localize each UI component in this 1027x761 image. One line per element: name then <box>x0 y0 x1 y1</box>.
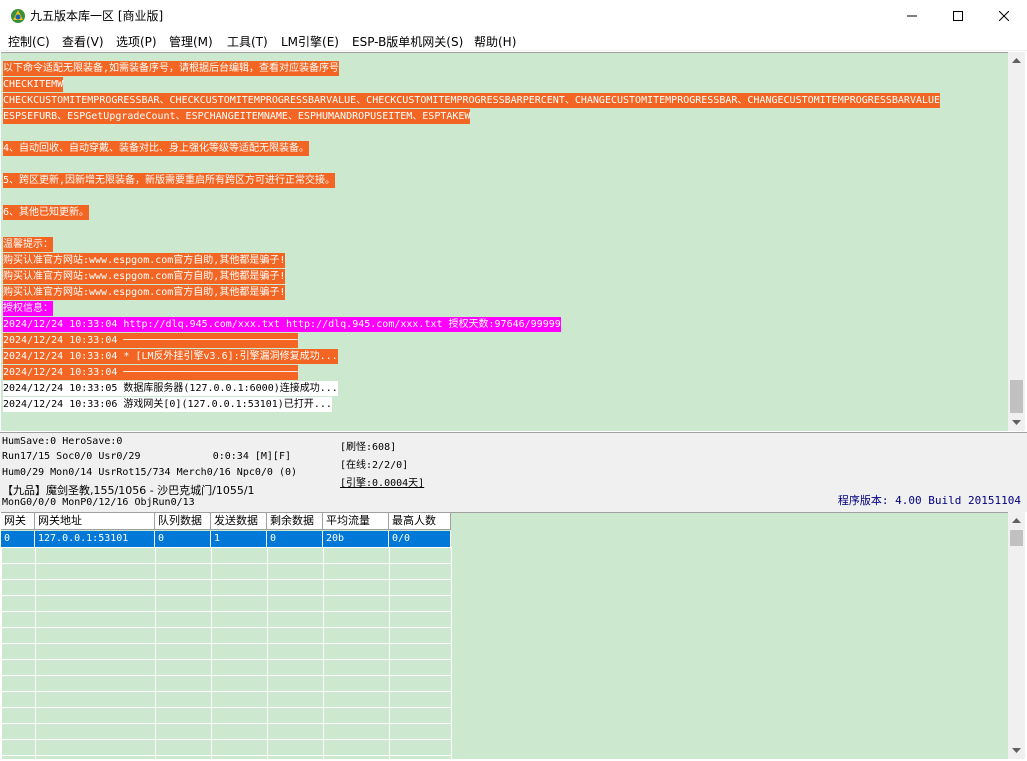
scroll-up-icon[interactable] <box>1008 512 1025 529</box>
table-scrollbar[interactable] <box>1008 512 1025 759</box>
maximize-icon <box>953 10 963 21</box>
scroll-thumb[interactable] <box>1010 380 1023 413</box>
table-cell: 0 <box>1 531 35 547</box>
table-cell: 0 <box>267 531 323 547</box>
grid-line <box>35 547 36 759</box>
menu-lm-engine[interactable]: LM引擎(E) <box>281 33 339 50</box>
log-line: 2024/12/24 10:33:05 数据库服务器(127.0.0.1:600… <box>3 381 338 396</box>
column-header[interactable]: 最高人数 <box>389 513 451 530</box>
window-title: 九五版本库一区 [商业版] <box>30 9 164 23</box>
minimize-icon <box>907 15 917 16</box>
log-line: 2024/12/24 10:33:06 游戏网关[0](127.0.0.1:53… <box>3 397 332 412</box>
table-cell: 20b <box>323 531 389 547</box>
column-header[interactable]: 队列数据 <box>155 513 211 530</box>
grid-line <box>1 595 452 596</box>
grid-line <box>1 643 452 644</box>
log-line: 6、其他已知更新。 <box>3 205 90 220</box>
column-header[interactable]: 剩余数据 <box>267 513 323 530</box>
menu-options[interactable]: 选项(P) <box>116 33 157 50</box>
grid-line <box>1 547 2 759</box>
log-line: 2024/12/24 10:33:04 ────────────────────… <box>3 333 299 348</box>
table-cell: 127.0.0.1:53101 <box>35 531 155 547</box>
scroll-up-icon[interactable] <box>1008 52 1025 69</box>
log-line: ESPSEFURB、ESPGetUpgradeCount、ESPCHANGEIT… <box>3 109 471 124</box>
scroll-thumb[interactable] <box>1010 530 1023 546</box>
log-line: 温馨提示： <box>3 237 53 252</box>
table-cell: 1 <box>211 531 267 547</box>
menu-control[interactable]: 控制(C) <box>8 33 50 50</box>
status-run: Run17/15 Soc0/0 Usr0/29 0:0:34 [M][F] <box>2 451 291 462</box>
grid-line <box>1 659 452 660</box>
status-spawn: [刷怪:608] <box>340 442 397 453</box>
table-cell: 0/0 <box>389 531 451 547</box>
column-header[interactable]: 发送数据 <box>211 513 267 530</box>
status-save: HumSave:0 HeroSave:0 <box>2 436 123 447</box>
minimize-button[interactable] <box>889 0 935 31</box>
grid-line <box>1 691 452 692</box>
grid-line <box>451 547 452 759</box>
column-header[interactable]: 平均流量 <box>323 513 389 530</box>
menu-esp-gateway[interactable]: ESP-B版单机网关(S) <box>352 33 463 50</box>
log-line: 2024/12/24 10:33:04 * [LM反外挂引擎v3.6]:引擎漏洞… <box>3 349 338 364</box>
status-panel: HumSave:0 HeroSave:0 Run17/15 Soc0/0 Usr… <box>0 432 1027 512</box>
grid-line <box>323 547 324 759</box>
log-panel[interactable]: 以下命令适配无限装备,如需装备序号，请根据后台编辑，查看对应装备序号 CHECKI… <box>1 52 1008 431</box>
log-line: CHECKCUSTOMITEMPROGRESSBAR、CHECKCUSTOMIT… <box>3 93 941 108</box>
log-line: CHECKITEMW <box>3 77 64 92</box>
log-line: 2024/12/24 10:33:04 http://dlq.945.com/x… <box>3 317 561 332</box>
title-bar: 九五版本库一区 [商业版] <box>0 0 1027 31</box>
log-line: 以下命令适配无限装备,如需装备序号，请根据后台编辑，查看对应装备序号 <box>3 61 340 76</box>
menu-manage[interactable]: 管理(M) <box>169 33 213 50</box>
menu-tools[interactable]: 工具(T) <box>227 33 268 50</box>
grid-line <box>1 739 452 740</box>
maximize-button[interactable] <box>935 0 981 31</box>
log-line: 购买认准官方网站:www.espgom.com官方自助,其他都是骗子! <box>3 269 286 284</box>
grid-line <box>1 563 452 564</box>
grid-line <box>1 723 452 724</box>
status-mon: MonG0/0/0 MonP0/12/16 ObjRun0/13 <box>2 497 195 508</box>
close-icon <box>999 10 1009 21</box>
log-line: 5、跨区更新,因新增无限装备，新版需要重启所有跨区方可进行正常交接。 <box>3 173 336 188</box>
log-scrollbar[interactable] <box>1008 52 1025 431</box>
status-hum: Hum0/29 Mon0/14 UsrRot15/734 Merch0/16 N… <box>2 467 298 478</box>
menu-help[interactable]: 帮助(H) <box>474 33 516 50</box>
status-engine[interactable]: [引擎:0.0004天] <box>340 474 424 489</box>
column-header[interactable]: 网关地址 <box>35 513 155 530</box>
log-line: 4、自动回收、自动穿戴、装备对比、身上强化等级等适配无限装备。 <box>3 141 310 156</box>
program-version: 程序版本: 4.00 Build 20151104 <box>837 494 1021 507</box>
scroll-down-icon[interactable] <box>1008 742 1025 759</box>
grid-line <box>1 707 452 708</box>
scroll-down-icon[interactable] <box>1008 414 1025 431</box>
grid-line <box>1 627 452 628</box>
close-button[interactable] <box>981 0 1027 31</box>
log-line: 2024/12/24 10:33:04 ────────────────────… <box>3 365 299 380</box>
status-online: [在线:2/2/0] <box>340 460 409 471</box>
grid-line <box>155 547 156 759</box>
menu-view[interactable]: 查看(V) <box>62 33 104 50</box>
column-header[interactable]: 网关 <box>1 513 35 530</box>
table-cell: 0 <box>155 531 211 547</box>
grid-line <box>267 547 268 759</box>
grid-line <box>1 579 452 580</box>
app-icon <box>11 9 25 23</box>
grid-line <box>211 547 212 759</box>
log-line: 授权信息： <box>3 301 53 316</box>
log-line: 购买认准官方网站:www.espgom.com官方自助,其他都是骗子! <box>3 285 286 300</box>
gateway-table[interactable]: 网关 网关地址 队列数据 发送数据 剩余数据 平均流量 最高人数 0 127.0.0.1:531… <box>1 512 1008 759</box>
log-line: 购买认准官方网站:www.espgom.com官方自助,其他都是骗子! <box>3 253 286 268</box>
grid-line <box>389 547 390 759</box>
grid-line <box>1 675 452 676</box>
grid-line <box>1 755 452 756</box>
grid-line <box>1 611 452 612</box>
grid-line <box>1 547 452 548</box>
status-guild: 【九品】魔剑圣教,155/1056 - 沙巴克城门/1055/1 <box>2 484 255 497</box>
menu-bar: 控制(C) 查看(V) 选项(P) 管理(M) 工具(T) LM引擎(E) ES… <box>0 31 1027 51</box>
